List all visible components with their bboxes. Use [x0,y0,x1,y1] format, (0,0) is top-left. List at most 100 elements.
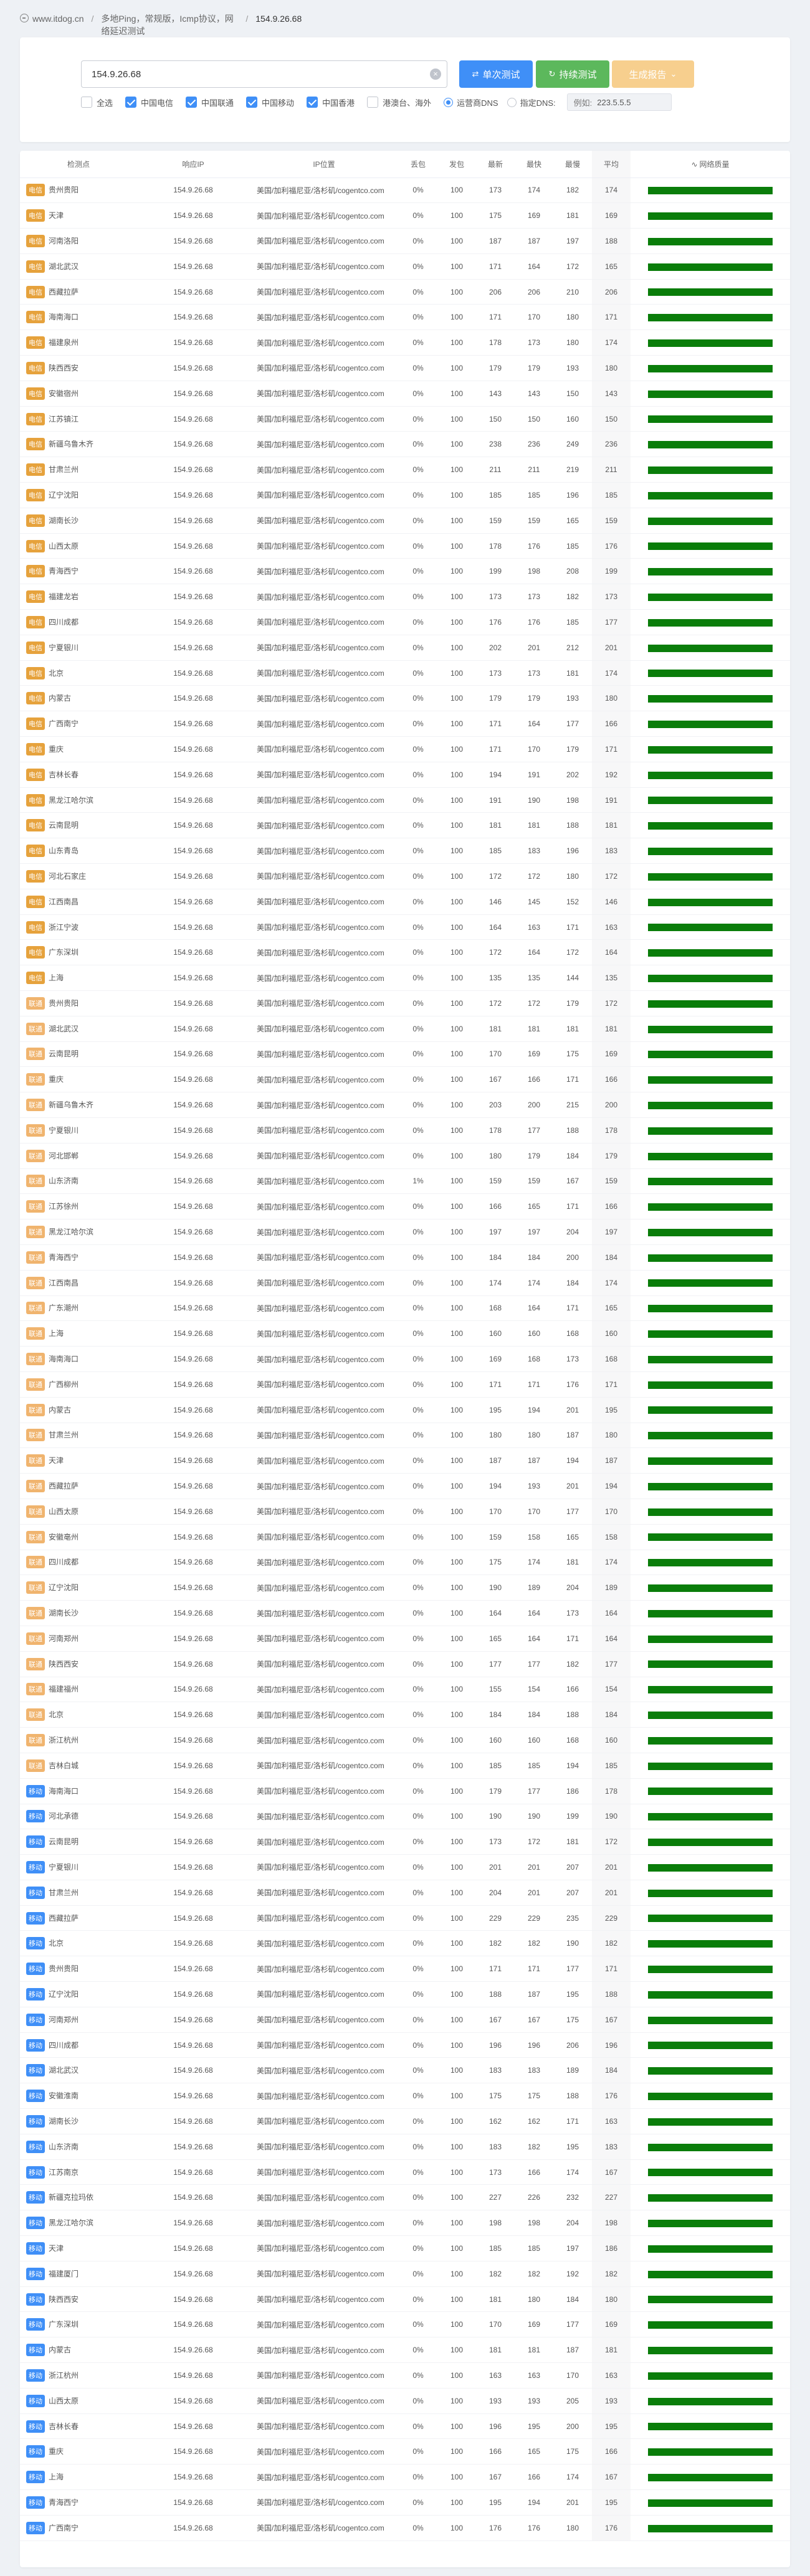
probe-location: 浙江杭州 [49,1736,79,1745]
cell-avg: 184 [592,1702,631,1728]
cell-quality [631,1727,790,1753]
header-probe[interactable]: 检测点 [20,151,137,178]
cell-ip-location: 美国/加利福尼亚/洛杉矶/cogentco.com [249,2134,399,2160]
header-last[interactable]: 最新 [476,151,515,178]
checkbox[interactable] [125,97,137,108]
cell-loss: 0% [399,787,437,813]
cell-max: 160 [553,406,592,432]
cell-max: 180 [553,2515,592,2541]
filter-hongkong[interactable]: 中国香港 [307,97,355,108]
cell-max: 232 [553,2184,592,2211]
filter-unicom[interactable]: 中国联通 [186,97,234,108]
probe-location: 四川成都 [49,1558,79,1567]
quality-bar [648,1712,773,1720]
cell-loss: 0% [399,2083,437,2110]
checkbox[interactable] [186,97,198,108]
cell-last: 171 [476,1956,515,1982]
cell-avg: 174 [592,1550,631,1576]
quality-bar [648,314,773,322]
cell-max: 201 [553,1397,592,1423]
filter-overseas[interactable]: 港澳台、海外 [367,97,431,108]
query-panel: × ⇄ 单次测试 ↻ 持续测试 生成报告 ⌄ 全选 中国电信 中国联通 中国移动… [20,37,790,142]
cell-last: 202 [476,635,515,661]
cell-probe: 联通 江西南昌 [20,1270,137,1296]
header-quality-label: 网络质量 [699,159,730,169]
cell-last: 171 [476,736,515,762]
radio-dot[interactable] [507,97,517,107]
cell-ip-location: 美国/加利福尼亚/洛杉矶/cogentco.com [249,889,399,915]
header-location[interactable]: IP位置 [249,151,399,178]
cell-loss: 0% [399,1804,437,1830]
cell-loss: 0% [399,1956,437,1982]
cell-ip-location: 美国/加利福尼亚/洛杉矶/cogentco.com [249,1804,399,1830]
cell-ip: 154.9.26.68 [137,1600,249,1626]
single-test-label: 单次测试 [482,69,520,80]
checkbox[interactable] [246,97,258,108]
header-max[interactable]: 最慢 [553,151,592,178]
cell-sent: 100 [437,1193,476,1220]
host-input[interactable] [81,60,447,88]
filter-mobile[interactable]: 中国移动 [246,97,294,108]
cell-max: 173 [553,1600,592,1626]
header-sent[interactable]: 发包 [437,151,476,178]
header-min[interactable]: 最快 [515,151,553,178]
filter-select-all[interactable]: 全选 [81,97,113,108]
breadcrumb-section[interactable]: 多地Ping，常规版，Icmp协议，网络延迟测试 [101,12,238,37]
dns-custom-radio[interactable]: 指定DNS: [507,97,556,108]
table-row: 电信 吉林长春 154.9.26.68 美国/加利福尼亚/洛杉矶/cogentco.c… [20,762,790,788]
header-loss[interactable]: 丢包 [399,151,437,178]
cell-sent: 100 [437,381,476,407]
generate-report-button[interactable]: 生成报告 ⌄ [612,60,694,88]
dns-input[interactable]: 例如: 223.5.5.5 [566,93,672,111]
dns-carrier-radio[interactable]: 运营商DNS [444,97,498,108]
quality-bar [648,2423,773,2431]
cell-last: 229 [476,1905,515,1931]
cell-probe: 电信 内蒙古 [20,685,137,712]
header-quality[interactable]: ∿ 网络质量 [631,151,790,178]
swap-icon: ⇄ [472,69,479,78]
cell-last: 194 [476,762,515,788]
cell-ip-location: 美国/加利福尼亚/洛杉矶/cogentco.com [249,406,399,432]
filter-telecom[interactable]: 中国电信 [125,97,173,108]
cell-ip-location: 美国/加利福尼亚/洛杉矶/cogentco.com [249,1066,399,1093]
cell-max: 175 [553,2007,592,2033]
header-ip[interactable]: 响应IP [137,151,249,178]
cell-ip: 154.9.26.68 [137,2210,249,2237]
cell-min: 194 [515,1397,553,1423]
cell-loss: 0% [399,1626,437,1652]
isp-badge: 移动 [26,2293,45,2306]
cell-ip: 154.9.26.68 [137,838,249,864]
cell-sent: 100 [437,329,476,356]
radio-dot[interactable] [444,97,454,107]
cell-ip-location: 美国/加利福尼亚/洛杉矶/cogentco.com [249,279,399,305]
single-test-button[interactable]: ⇄ 单次测试 [459,60,533,88]
cell-ip-location: 美国/加利福尼亚/洛杉矶/cogentco.com [249,1193,399,1220]
checkbox[interactable] [367,97,379,108]
cell-probe: 移动 云南昆明 [20,1829,137,1855]
cell-probe: 电信 福建泉州 [20,329,137,356]
checkbox[interactable] [307,97,318,108]
continuous-test-button[interactable]: ↻ 持续测试 [536,60,609,88]
cell-max: 176 [553,1371,592,1398]
quality-bar [648,1203,773,1211]
cell-probe: 电信 江西南昌 [20,889,137,915]
quality-bar [648,1279,773,1287]
cell-quality [631,202,790,229]
cell-avg: 176 [592,2083,631,2110]
cell-max: 194 [553,1447,592,1474]
cell-quality [631,762,790,788]
header-avg[interactable]: 平均 [592,151,631,178]
probe-location: 浙江宁波 [49,922,79,932]
isp-badge: 电信 [26,845,45,858]
cell-quality [631,2235,790,2261]
probe-location: 江西南昌 [49,1278,79,1287]
cell-ip: 154.9.26.68 [137,1956,249,1982]
quality-bar [648,847,773,855]
cell-probe: 联通 陕西西安 [20,1651,137,1677]
cell-loss: 0% [399,2413,437,2440]
breadcrumb-home[interactable]: www.itdog.cn [32,14,83,24]
checkbox[interactable] [81,97,92,108]
cell-ip-location: 美国/加利福尼亚/洛杉矶/cogentco.com [249,304,399,331]
cell-sent: 100 [437,1423,476,1449]
clear-icon[interactable]: × [430,69,441,80]
